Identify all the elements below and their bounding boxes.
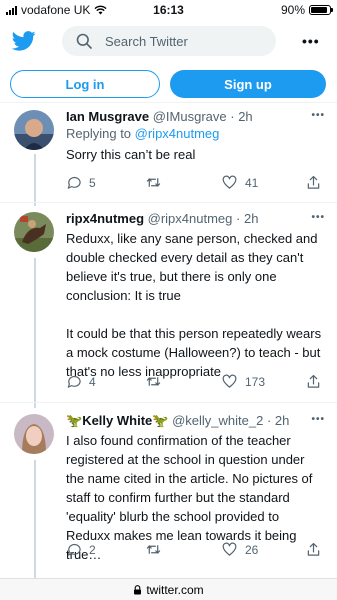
like-icon (222, 542, 237, 556)
login-button[interactable]: Log in (10, 70, 160, 98)
avatar[interactable] (14, 414, 54, 454)
reply-count: 2 (89, 542, 96, 557)
separator-dot: · (266, 413, 272, 428)
tweet[interactable]: 🦖Kelly White🦖 @kelly_white_2 · 2h I also… (0, 412, 337, 572)
url-domain: twitter.com (146, 582, 204, 597)
lock-icon (134, 584, 142, 594)
tweet-actions: 5 41 (66, 175, 324, 195)
author-name[interactable]: Kelly White (82, 413, 152, 428)
like-count: 173 (245, 374, 266, 389)
like-button[interactable]: 26 (222, 542, 258, 557)
like-count: 41 (245, 175, 259, 190)
avatar[interactable] (14, 212, 54, 252)
reply-count: 4 (89, 374, 96, 389)
twitter-bird-icon[interactable] (12, 30, 36, 52)
like-icon (222, 374, 237, 388)
avatar[interactable] (14, 110, 54, 150)
tweet-header: ripx4nutmeg @ripx4nutmeg · 2h (66, 210, 323, 227)
tweet-more-icon[interactable]: ••• (311, 212, 325, 223)
share-icon (307, 374, 320, 388)
replying-prefix: Replying to (66, 126, 135, 141)
reply-button[interactable]: 4 (66, 374, 96, 389)
separator-dot: · (236, 211, 241, 226)
tweet[interactable]: Ian Musgrave @IMusgrave · 2h Replying to… (0, 108, 337, 200)
dino-emoji-icon: 🦖 (152, 413, 169, 428)
search-icon (76, 33, 92, 49)
tweet-actions: 2 26 (66, 542, 324, 562)
tweet-time[interactable]: 2h (244, 211, 258, 226)
share-button[interactable] (306, 175, 321, 190)
retweet-button[interactable] (146, 374, 169, 389)
tweet-time[interactable]: 2h (275, 413, 289, 428)
tweet-more-icon[interactable]: ••• (311, 110, 325, 121)
browser-url-bar[interactable]: twitter.com (0, 578, 337, 600)
author-handle[interactable]: @ripx4nutmeg (148, 211, 233, 226)
like-button[interactable]: 41 (222, 175, 258, 190)
auth-bar: Log in Sign up (0, 70, 337, 100)
tweet-header: Ian Musgrave @IMusgrave · 2h (66, 108, 323, 125)
retweet-button[interactable] (146, 542, 169, 557)
tweet-text: Reduxx, like any sane person, checked an… (66, 231, 322, 379)
tweet-time[interactable]: 2h (238, 109, 252, 124)
search-bar[interactable] (62, 26, 276, 56)
replying-to: Replying to @ripx4nutmeg (66, 125, 323, 142)
top-header: ••• (0, 22, 337, 60)
tweet-body: Ian Musgrave @IMusgrave · 2h Replying to… (66, 108, 323, 164)
reply-count: 5 (89, 175, 96, 190)
battery-percent: 90% (280, 3, 305, 17)
separator-dot: · (230, 109, 235, 124)
more-menu-icon[interactable]: ••• (302, 34, 320, 48)
tweet[interactable]: ripx4nutmeg @ripx4nutmeg · 2h Reduxx, li… (0, 210, 337, 396)
share-icon (307, 175, 320, 189)
reply-icon (67, 543, 81, 556)
author-handle[interactable]: @IMusgrave (153, 109, 227, 124)
dino-emoji-icon: 🦖 (66, 413, 83, 428)
signup-button[interactable]: Sign up (170, 70, 326, 98)
like-button[interactable]: 173 (222, 374, 265, 389)
reply-button[interactable]: 2 (66, 542, 96, 557)
battery-icon (309, 5, 333, 15)
share-icon (307, 542, 320, 556)
retweet-icon (146, 377, 161, 386)
status-bar: vodafone UK 16:13 90% (0, 0, 337, 20)
share-button[interactable] (306, 374, 321, 389)
tweet-text: Sorry this can’t be real (66, 147, 196, 162)
like-icon (222, 175, 237, 189)
tweet-more-icon[interactable]: ••• (311, 414, 325, 425)
search-input[interactable] (105, 33, 255, 49)
retweet-icon (146, 545, 161, 554)
mention-link[interactable]: @ripx4nutmeg (135, 126, 220, 141)
tweet-separator (0, 402, 337, 403)
tweet-header: 🦖Kelly White🦖 @kelly_white_2 · 2h (66, 412, 323, 429)
author-handle[interactable]: @kelly_white_2 (172, 413, 263, 428)
like-count: 26 (245, 542, 259, 557)
reply-button[interactable]: 5 (66, 175, 96, 190)
author-name[interactable]: Ian Musgrave (66, 109, 149, 124)
header-divider (0, 102, 337, 103)
status-right: 90% (280, 3, 333, 17)
reply-icon (67, 176, 81, 189)
reply-icon (67, 375, 81, 388)
battery-fill (311, 7, 328, 13)
tweet-separator (0, 202, 337, 203)
retweet-button[interactable] (146, 175, 169, 190)
tweet-body: ripx4nutmeg @ripx4nutmeg · 2h Reduxx, li… (66, 210, 323, 381)
author-name[interactable]: ripx4nutmeg (66, 211, 144, 226)
tweet-actions: 4 173 (66, 374, 324, 394)
share-button[interactable] (306, 542, 321, 557)
retweet-icon (146, 178, 161, 187)
